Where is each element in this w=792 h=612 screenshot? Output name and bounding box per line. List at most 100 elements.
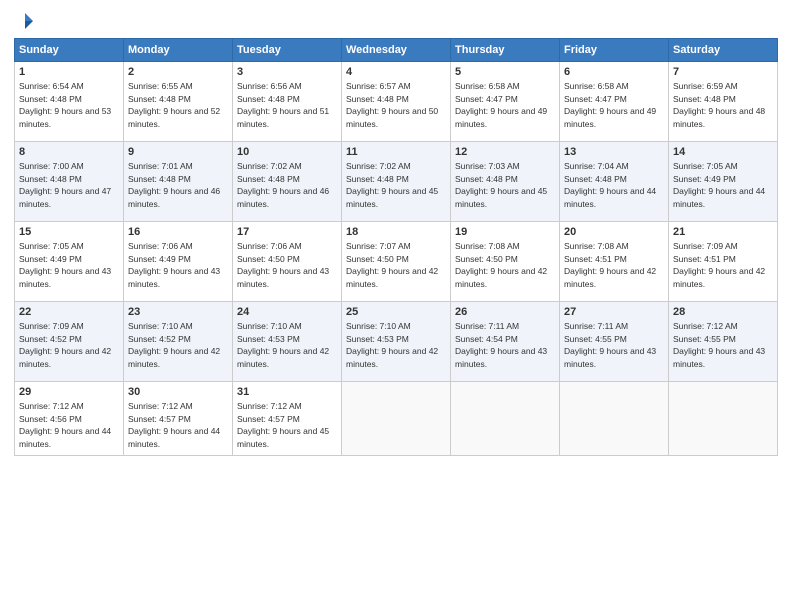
calendar-day-cell: 13 Sunrise: 7:04 AMSunset: 4:48 PMDaylig… (560, 142, 669, 222)
day-info: Sunrise: 7:00 AMSunset: 4:48 PMDaylight:… (19, 161, 111, 209)
day-info: Sunrise: 7:12 AMSunset: 4:57 PMDaylight:… (128, 401, 220, 449)
calendar-day-cell: 7 Sunrise: 6:59 AMSunset: 4:48 PMDayligh… (669, 62, 778, 142)
day-info: Sunrise: 7:05 AMSunset: 4:49 PMDaylight:… (19, 241, 111, 289)
calendar-day-cell: 17 Sunrise: 7:06 AMSunset: 4:50 PMDaylig… (233, 222, 342, 302)
day-number: 23 (128, 305, 228, 320)
calendar-day-cell: 4 Sunrise: 6:57 AMSunset: 4:48 PMDayligh… (342, 62, 451, 142)
day-number: 27 (564, 305, 664, 320)
calendar-day-cell: 6 Sunrise: 6:58 AMSunset: 4:47 PMDayligh… (560, 62, 669, 142)
weekday-header: Saturday (669, 39, 778, 62)
logo (14, 12, 34, 30)
day-info: Sunrise: 7:04 AMSunset: 4:48 PMDaylight:… (564, 161, 656, 209)
calendar-day-cell: 23 Sunrise: 7:10 AMSunset: 4:52 PMDaylig… (124, 302, 233, 382)
day-number: 11 (346, 145, 446, 160)
calendar-week-row: 15 Sunrise: 7:05 AMSunset: 4:49 PMDaylig… (15, 222, 778, 302)
calendar-day-cell: 12 Sunrise: 7:03 AMSunset: 4:48 PMDaylig… (451, 142, 560, 222)
calendar-day-cell: 19 Sunrise: 7:08 AMSunset: 4:50 PMDaylig… (451, 222, 560, 302)
day-info: Sunrise: 7:07 AMSunset: 4:50 PMDaylight:… (346, 241, 438, 289)
calendar-day-cell (451, 382, 560, 456)
calendar-day-cell: 11 Sunrise: 7:02 AMSunset: 4:48 PMDaylig… (342, 142, 451, 222)
calendar-day-cell: 26 Sunrise: 7:11 AMSunset: 4:54 PMDaylig… (451, 302, 560, 382)
calendar-day-cell: 16 Sunrise: 7:06 AMSunset: 4:49 PMDaylig… (124, 222, 233, 302)
calendar-table: SundayMondayTuesdayWednesdayThursdayFrid… (14, 38, 778, 456)
day-info: Sunrise: 7:11 AMSunset: 4:54 PMDaylight:… (455, 321, 547, 369)
day-number: 3 (237, 65, 337, 80)
day-number: 8 (19, 145, 119, 160)
day-info: Sunrise: 7:08 AMSunset: 4:51 PMDaylight:… (564, 241, 656, 289)
calendar-day-cell: 2 Sunrise: 6:55 AMSunset: 4:48 PMDayligh… (124, 62, 233, 142)
day-info: Sunrise: 7:02 AMSunset: 4:48 PMDaylight:… (346, 161, 438, 209)
day-info: Sunrise: 6:58 AMSunset: 4:47 PMDaylight:… (455, 81, 547, 129)
day-number: 17 (237, 225, 337, 240)
calendar-day-cell: 27 Sunrise: 7:11 AMSunset: 4:55 PMDaylig… (560, 302, 669, 382)
day-info: Sunrise: 7:02 AMSunset: 4:48 PMDaylight:… (237, 161, 329, 209)
calendar-day-cell: 9 Sunrise: 7:01 AMSunset: 4:48 PMDayligh… (124, 142, 233, 222)
day-info: Sunrise: 7:08 AMSunset: 4:50 PMDaylight:… (455, 241, 547, 289)
day-info: Sunrise: 6:54 AMSunset: 4:48 PMDaylight:… (19, 81, 111, 129)
calendar-day-cell: 28 Sunrise: 7:12 AMSunset: 4:55 PMDaylig… (669, 302, 778, 382)
day-number: 9 (128, 145, 228, 160)
calendar-day-cell: 21 Sunrise: 7:09 AMSunset: 4:51 PMDaylig… (669, 222, 778, 302)
calendar-day-cell: 30 Sunrise: 7:12 AMSunset: 4:57 PMDaylig… (124, 382, 233, 456)
calendar-day-cell (342, 382, 451, 456)
day-info: Sunrise: 7:10 AMSunset: 4:52 PMDaylight:… (128, 321, 220, 369)
day-info: Sunrise: 7:12 AMSunset: 4:57 PMDaylight:… (237, 401, 329, 449)
day-info: Sunrise: 7:01 AMSunset: 4:48 PMDaylight:… (128, 161, 220, 209)
day-number: 29 (19, 385, 119, 400)
calendar-day-cell: 15 Sunrise: 7:05 AMSunset: 4:49 PMDaylig… (15, 222, 124, 302)
day-number: 4 (346, 65, 446, 80)
day-info: Sunrise: 6:59 AMSunset: 4:48 PMDaylight:… (673, 81, 765, 129)
day-number: 14 (673, 145, 773, 160)
day-info: Sunrise: 7:03 AMSunset: 4:48 PMDaylight:… (455, 161, 547, 209)
day-info: Sunrise: 7:11 AMSunset: 4:55 PMDaylight:… (564, 321, 656, 369)
calendar-day-cell: 24 Sunrise: 7:10 AMSunset: 4:53 PMDaylig… (233, 302, 342, 382)
calendar-day-cell (669, 382, 778, 456)
day-info: Sunrise: 7:06 AMSunset: 4:49 PMDaylight:… (128, 241, 220, 289)
day-number: 24 (237, 305, 337, 320)
weekday-header: Monday (124, 39, 233, 62)
day-number: 10 (237, 145, 337, 160)
calendar-day-cell: 8 Sunrise: 7:00 AMSunset: 4:48 PMDayligh… (15, 142, 124, 222)
day-info: Sunrise: 7:12 AMSunset: 4:56 PMDaylight:… (19, 401, 111, 449)
day-number: 19 (455, 225, 555, 240)
calendar-day-cell: 25 Sunrise: 7:10 AMSunset: 4:53 PMDaylig… (342, 302, 451, 382)
weekday-header: Sunday (15, 39, 124, 62)
day-number: 28 (673, 305, 773, 320)
logo-flag-icon (16, 12, 34, 30)
day-number: 18 (346, 225, 446, 240)
day-number: 12 (455, 145, 555, 160)
day-number: 1 (19, 65, 119, 80)
calendar-day-cell: 1 Sunrise: 6:54 AMSunset: 4:48 PMDayligh… (15, 62, 124, 142)
calendar-day-cell: 10 Sunrise: 7:02 AMSunset: 4:48 PMDaylig… (233, 142, 342, 222)
page-container: SundayMondayTuesdayWednesdayThursdayFrid… (0, 0, 792, 612)
calendar-day-cell (560, 382, 669, 456)
day-info: Sunrise: 7:12 AMSunset: 4:55 PMDaylight:… (673, 321, 765, 369)
day-info: Sunrise: 7:09 AMSunset: 4:52 PMDaylight:… (19, 321, 111, 369)
day-number: 15 (19, 225, 119, 240)
weekday-header: Friday (560, 39, 669, 62)
day-number: 2 (128, 65, 228, 80)
day-number: 13 (564, 145, 664, 160)
day-number: 31 (237, 385, 337, 400)
page-header (14, 12, 778, 30)
day-info: Sunrise: 6:55 AMSunset: 4:48 PMDaylight:… (128, 81, 220, 129)
weekday-header: Wednesday (342, 39, 451, 62)
calendar-week-row: 22 Sunrise: 7:09 AMSunset: 4:52 PMDaylig… (15, 302, 778, 382)
calendar-day-cell: 14 Sunrise: 7:05 AMSunset: 4:49 PMDaylig… (669, 142, 778, 222)
weekday-header: Thursday (451, 39, 560, 62)
calendar-day-cell: 18 Sunrise: 7:07 AMSunset: 4:50 PMDaylig… (342, 222, 451, 302)
calendar-week-row: 1 Sunrise: 6:54 AMSunset: 4:48 PMDayligh… (15, 62, 778, 142)
day-number: 7 (673, 65, 773, 80)
day-number: 20 (564, 225, 664, 240)
day-number: 21 (673, 225, 773, 240)
calendar-day-cell: 29 Sunrise: 7:12 AMSunset: 4:56 PMDaylig… (15, 382, 124, 456)
day-number: 30 (128, 385, 228, 400)
day-number: 22 (19, 305, 119, 320)
calendar-day-cell: 22 Sunrise: 7:09 AMSunset: 4:52 PMDaylig… (15, 302, 124, 382)
day-info: Sunrise: 7:09 AMSunset: 4:51 PMDaylight:… (673, 241, 765, 289)
day-number: 25 (346, 305, 446, 320)
calendar-day-cell: 20 Sunrise: 7:08 AMSunset: 4:51 PMDaylig… (560, 222, 669, 302)
calendar-header-row: SundayMondayTuesdayWednesdayThursdayFrid… (15, 39, 778, 62)
day-info: Sunrise: 7:06 AMSunset: 4:50 PMDaylight:… (237, 241, 329, 289)
day-info: Sunrise: 7:10 AMSunset: 4:53 PMDaylight:… (346, 321, 438, 369)
